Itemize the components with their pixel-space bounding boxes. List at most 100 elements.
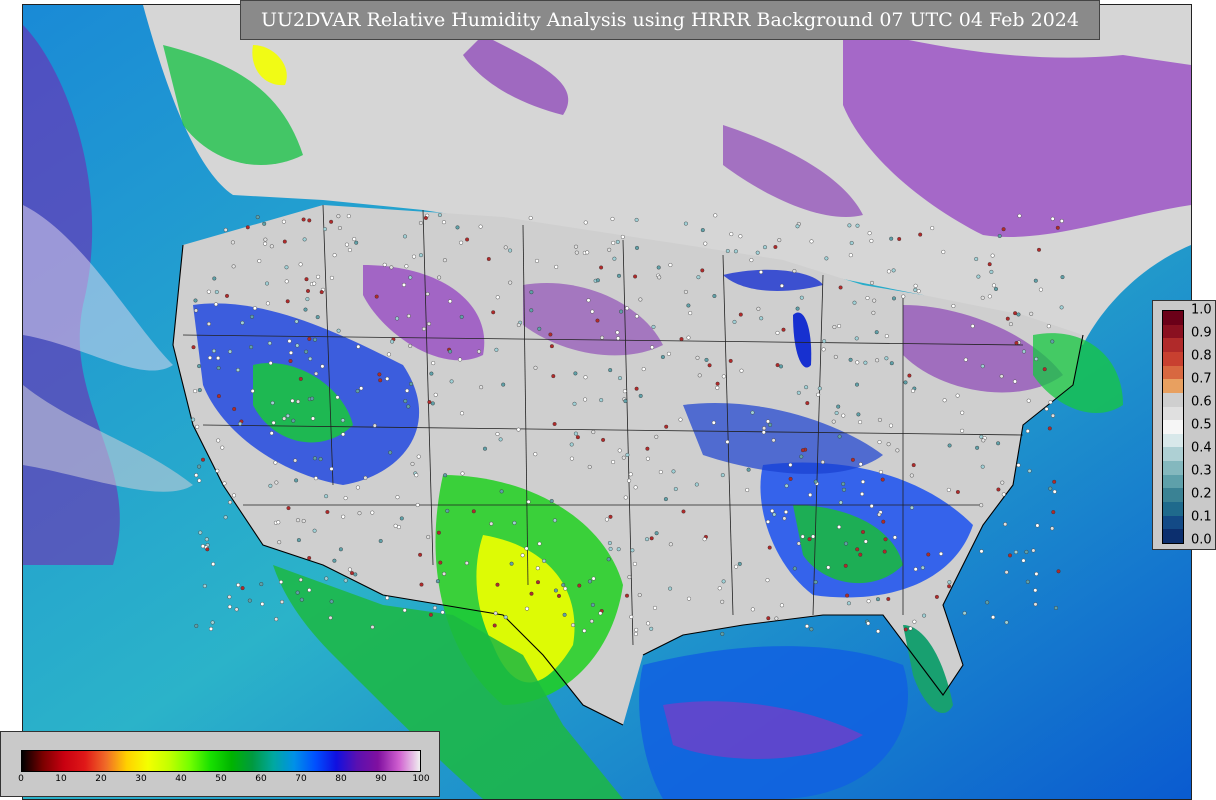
station-marker	[557, 593, 562, 598]
station-marker	[686, 335, 691, 340]
station-marker	[529, 591, 534, 596]
station-marker	[766, 616, 771, 621]
station-marker	[343, 578, 348, 583]
point-value-legend: 1.0 0.9 0.8 0.7 0.6 0.5 0.4 0.3 0.2 0.1 0.0	[1152, 300, 1216, 550]
station-marker	[715, 385, 720, 390]
station-marker	[657, 275, 662, 280]
station-marker	[516, 427, 521, 432]
station-marker	[495, 582, 500, 587]
humidity-tick-label: 50	[215, 774, 227, 784]
station-marker	[641, 367, 646, 372]
station-marker	[298, 262, 303, 267]
station-marker	[433, 392, 438, 397]
station-marker	[586, 298, 591, 303]
station-marker	[312, 456, 317, 461]
station-marker	[678, 417, 683, 422]
humidity-tick-label: 60	[255, 774, 267, 784]
station-marker	[291, 418, 296, 423]
station-marker	[223, 227, 228, 232]
station-marker	[285, 299, 290, 304]
point-value-swatch	[1163, 420, 1183, 435]
station-marker	[756, 306, 761, 311]
station-marker	[214, 290, 219, 295]
station-marker	[800, 448, 805, 453]
station-marker	[589, 619, 594, 624]
station-marker	[296, 399, 301, 404]
station-marker	[478, 224, 483, 229]
station-marker	[615, 330, 620, 335]
station-marker	[800, 534, 805, 539]
station-marker	[779, 283, 784, 288]
point-value-swatch	[1163, 392, 1183, 408]
station-marker	[996, 441, 1001, 446]
station-marker	[492, 623, 497, 628]
station-marker	[668, 586, 673, 591]
point-value-swatch	[1163, 351, 1183, 367]
station-marker	[679, 337, 684, 342]
station-marker	[1033, 588, 1038, 593]
station-marker	[200, 457, 205, 462]
station-marker	[761, 430, 766, 435]
station-marker	[320, 364, 325, 369]
point-value-swatch	[1163, 338, 1183, 354]
station-marker	[634, 386, 639, 391]
station-marker	[939, 551, 944, 556]
station-marker	[529, 290, 534, 295]
station-marker	[987, 262, 992, 267]
station-marker	[378, 378, 383, 383]
station-marker	[809, 239, 814, 244]
station-marker	[486, 256, 491, 261]
station-marker	[305, 297, 310, 302]
station-marker	[533, 452, 538, 457]
station-marker	[781, 327, 786, 332]
station-marker	[1059, 305, 1064, 310]
station-marker	[1034, 571, 1039, 576]
station-marker	[386, 352, 391, 357]
station-marker	[897, 236, 902, 241]
station-marker	[343, 496, 348, 501]
station-marker	[861, 530, 866, 535]
station-marker	[1021, 558, 1026, 563]
station-marker	[442, 571, 447, 576]
station-marker	[301, 519, 306, 524]
map-canvas	[23, 5, 1191, 799]
station-marker	[1055, 225, 1060, 230]
station-marker	[437, 212, 442, 217]
station-marker	[980, 295, 985, 300]
station-marker	[1038, 287, 1043, 292]
station-marker	[901, 294, 906, 299]
station-marker	[403, 399, 408, 404]
station-marker	[508, 280, 513, 285]
station-marker	[695, 355, 700, 360]
station-marker	[874, 330, 879, 335]
station-marker	[725, 248, 730, 253]
station-marker	[765, 578, 770, 583]
station-marker	[304, 349, 309, 354]
station-marker	[215, 468, 220, 473]
station-marker	[377, 372, 382, 377]
station-marker	[276, 520, 281, 525]
station-marker	[357, 511, 362, 516]
station-marker	[725, 439, 730, 444]
station-marker	[855, 382, 860, 387]
station-marker	[681, 509, 686, 514]
station-marker	[202, 584, 207, 589]
station-marker	[855, 223, 860, 228]
station-marker	[341, 514, 346, 519]
station-marker	[884, 334, 889, 339]
station-marker	[886, 269, 891, 274]
station-marker	[352, 237, 357, 242]
station-marker	[1016, 312, 1021, 317]
station-marker	[607, 247, 612, 252]
station-marker	[206, 321, 211, 326]
station-marker	[990, 253, 995, 258]
station-marker	[1044, 407, 1049, 412]
station-marker	[250, 389, 255, 394]
station-marker	[606, 557, 611, 562]
station-marker	[206, 289, 211, 294]
station-marker	[561, 583, 566, 588]
station-marker	[792, 269, 797, 274]
station-marker	[595, 278, 600, 283]
station-marker	[235, 368, 240, 373]
station-marker	[617, 273, 622, 278]
